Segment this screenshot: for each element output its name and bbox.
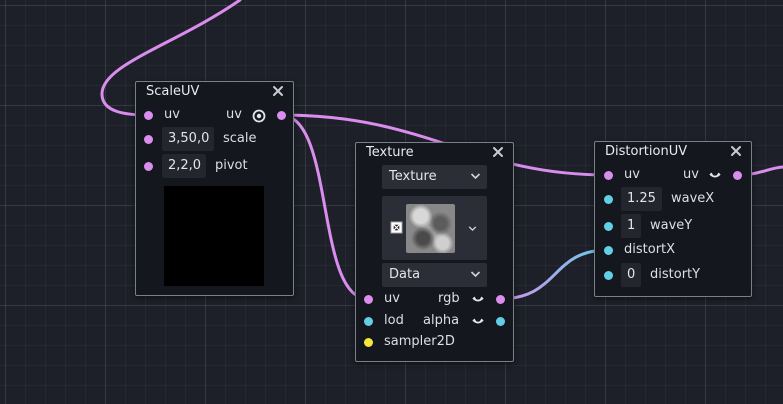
chevron-down-icon [468,226,477,232]
distortionuv-uv-output-port[interactable] [733,171,742,180]
distortionuv-distortx-label: distortX [624,242,676,257]
distortionuv-wavex-label: waveX [671,191,715,206]
wire-texture-rgb-to-distortionuv-distortx[interactable] [497,248,610,301]
scaleuv-pivot-label: pivot [215,158,248,173]
texture-picker[interactable] [382,196,487,260]
scaleuv-uv-input-port[interactable] [144,111,153,120]
chevron-down-icon [470,271,481,278]
distortionuv-distorty-input-port[interactable] [604,271,613,280]
texture-alpha-output-label: alpha [423,313,460,328]
texture-alpha-output-port[interactable] [496,317,505,326]
distortionuv-wavey-label: waveY [650,218,693,233]
distortionuv-wavex-field[interactable]: 1.25 [621,187,662,211]
close-icon[interactable] [491,145,505,159]
distortionuv-distortx-input-port[interactable] [604,246,613,255]
scaleuv-uv-output-port[interactable] [277,111,286,120]
texture-node-title: Texture [366,145,414,160]
scaleuv-uv-input-label: uv [164,107,180,122]
distortionuv-node-title: DistortionUV [605,144,688,159]
distortionuv-distorty-label: distortY [650,267,701,282]
close-icon[interactable] [271,84,285,98]
texture-node[interactable]: Texture Texture Data uv rgb lod alpha sa… [355,142,514,362]
preview-toggle-icon[interactable] [708,171,722,181]
distortionuv-wavey-input-port[interactable] [604,222,613,231]
texture-lod-input-label: lod [384,313,404,328]
distortionuv-uv-output-label: uv [683,167,699,182]
texture-thumbnail [406,204,455,253]
scaleuv-pivot-field[interactable]: 2,2,0 [162,154,206,178]
chevron-down-icon [470,173,481,180]
texture-rgb-output-label: rgb [438,291,460,306]
distortionuv-wavey-field[interactable]: 1 [621,214,641,238]
texture-icon [390,221,403,234]
scaleuv-pivot-input-port[interactable] [144,162,153,171]
texture-rgb-output-port[interactable] [496,295,505,304]
preview-toggle-icon[interactable] [471,295,485,305]
scaleuv-node[interactable]: ScaleUV uv uv 3,50,0 scale 2,2,0 pivot [135,81,294,296]
eye-icon[interactable] [252,109,266,123]
distortionuv-wavex-input-port[interactable] [604,195,613,204]
texture-uv-input-label: uv [384,291,400,306]
texture-type-dropdown-value: Data [389,267,421,282]
texture-sampler-input-port[interactable] [364,338,373,347]
distortionuv-uv-input-label: uv [624,167,640,182]
preview-toggle-icon[interactable] [471,317,485,327]
texture-type-dropdown[interactable]: Data [382,263,487,287]
distortionuv-uv-input-port[interactable] [604,171,613,180]
scaleuv-node-title: ScaleUV [146,84,200,99]
texture-lod-input-port[interactable] [364,317,373,326]
distortionuv-distorty-field[interactable]: 0 [621,263,641,287]
close-icon[interactable] [729,144,743,158]
texture-source-dropdown-value: Texture [389,169,437,184]
scaleuv-scale-field[interactable]: 3,50,0 [162,127,214,151]
texture-uv-input-port[interactable] [364,295,373,304]
scaleuv-preview [164,186,264,286]
scaleuv-scale-label: scale [223,131,257,146]
distortionuv-node[interactable]: DistortionUV uv uv 1.25 waveX 1 waveY di… [594,141,752,297]
scaleuv-uv-output-label: uv [226,107,242,122]
scaleuv-scale-input-port[interactable] [144,135,153,144]
texture-source-dropdown[interactable]: Texture [382,165,487,189]
texture-sampler-input-label: sampler2D [384,334,455,349]
